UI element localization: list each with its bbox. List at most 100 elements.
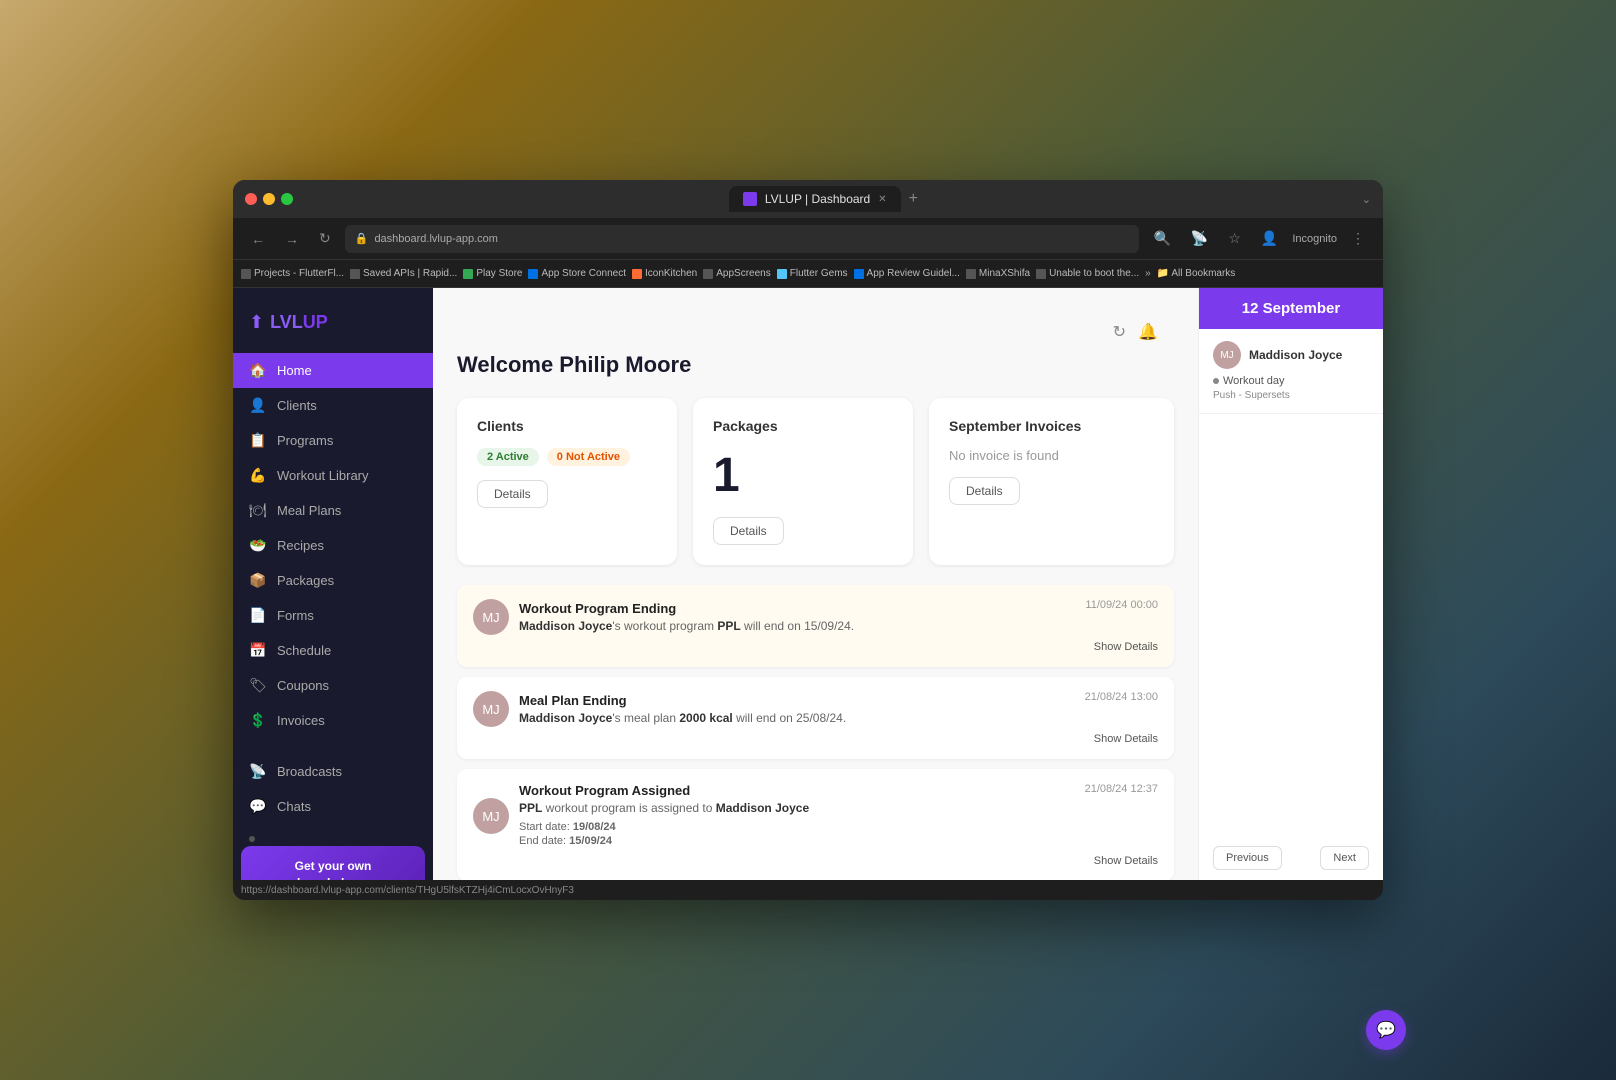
sidebar-item-chats[interactable]: 💬 Chats: [233, 789, 433, 824]
packages-details-button[interactable]: Details: [713, 517, 784, 545]
bookmark-all[interactable]: 📁 All Bookmarks: [1157, 268, 1236, 279]
bookmark-playstore[interactable]: Play Store: [463, 268, 522, 279]
clients-icon: 👤: [249, 397, 267, 414]
activity-title: Meal Plan Ending: [519, 693, 846, 708]
sidebar-item-invoices[interactable]: 💲 Invoices: [233, 703, 433, 738]
sidebar: ⬆ LVLUP 🏠 Home 👤 Clients 📋 Programs 💪 Wo…: [233, 288, 433, 880]
cal-sub: Push - Supersets: [1213, 390, 1369, 401]
menu-icon[interactable]: ⋮: [1345, 226, 1371, 251]
meal-icon: 🍽: [249, 502, 267, 519]
no-invoice-text: No invoice is found: [949, 448, 1154, 463]
show-details-button[interactable]: Show Details: [473, 733, 1158, 745]
cal-user: MJ Maddison Joyce: [1213, 341, 1369, 369]
panel-nav: Previous Next: [1199, 836, 1383, 880]
bookmark-flutter[interactable]: Projects - FlutterFl...: [241, 268, 344, 279]
inactive-badge: 0 Not Active: [547, 448, 630, 466]
packages-icon: 📦: [249, 572, 267, 589]
workout-dot: [1213, 378, 1219, 384]
sidebar-item-home[interactable]: 🏠 Home: [233, 353, 433, 388]
bookmark-mina[interactable]: MinaXShifa: [966, 268, 1030, 279]
invoices-icon: 💲: [249, 712, 267, 729]
back-button[interactable]: ←: [245, 227, 271, 251]
sidebar-item-schedule[interactable]: 📅 Schedule: [233, 633, 433, 668]
bookmark-flutter-gems[interactable]: Flutter Gems: [777, 268, 848, 279]
sidebar-item-forms[interactable]: 📄 Forms: [233, 598, 433, 633]
app-logo: ⬆ LVLUP: [233, 304, 433, 353]
reload-button[interactable]: ↻: [313, 226, 337, 251]
sidebar-item-clients[interactable]: 👤 Clients: [233, 388, 433, 423]
broadcasts-icon: 📡: [249, 763, 267, 780]
packages-card: Packages 1 Details: [693, 398, 913, 565]
chats-icon: 💬: [249, 798, 267, 815]
coupons-icon: 🏷: [249, 677, 267, 694]
cal-user-name: Maddison Joyce: [1249, 348, 1342, 362]
url-text: dashboard.lvlup-app.com: [374, 233, 498, 245]
sidebar-item-programs[interactable]: 📋 Programs: [233, 423, 433, 458]
title-bar: LVLUP | Dashboard ✕ + ⌄: [233, 180, 1383, 218]
address-bar[interactable]: 🔒 dashboard.lvlup-app.com: [345, 225, 1140, 253]
activity-item: MJ Workout Program Ending Maddison Joyce…: [457, 585, 1174, 667]
new-tab-button[interactable]: +: [901, 186, 926, 212]
bookmark-icon[interactable]: ☆: [1222, 226, 1247, 251]
forms-icon: 📄: [249, 607, 267, 624]
sidebar-item-meal-plans[interactable]: 🍽 Meal Plans: [233, 493, 433, 528]
traffic-lights: [245, 193, 293, 205]
tab-strip-expand: ⌄: [1362, 193, 1371, 206]
minimize-window-button[interactable]: [263, 193, 275, 205]
sidebar-item-packages[interactable]: 📦 Packages: [233, 563, 433, 598]
bookmark-iconkitchen[interactable]: IconKitchen: [632, 268, 697, 279]
show-details-button[interactable]: Show Details: [473, 855, 1158, 867]
browser-toolbar: ← → ↻ 🔒 dashboard.lvlup-app.com 🔍 📡 ☆ 👤 …: [233, 218, 1383, 260]
sidebar-item-coupons[interactable]: 🏷 Coupons: [233, 668, 433, 703]
maximize-window-button[interactable]: [281, 193, 293, 205]
activity-desc: Maddison Joyce's meal plan 2000 kcal wil…: [519, 711, 846, 725]
activity-feed: MJ Workout Program Ending Maddison Joyce…: [457, 585, 1174, 880]
bookmark-appstore[interactable]: App Store Connect: [528, 268, 626, 279]
activity-timestamp: 21/08/24 12:37: [1085, 783, 1158, 795]
active-tab[interactable]: LVLUP | Dashboard ✕: [729, 186, 901, 212]
main-content: ↻ 🔔 Welcome Philip Moore Clients 2 Activ…: [433, 288, 1198, 880]
invoices-card: September Invoices No invoice is found D…: [929, 398, 1174, 565]
clients-card-title: Clients: [477, 418, 657, 434]
previous-button[interactable]: Previous: [1213, 846, 1282, 870]
sidebar-item-recipes[interactable]: 🥗 Recipes: [233, 528, 433, 563]
tab-title: LVLUP | Dashboard: [765, 192, 870, 206]
tab-close-button[interactable]: ✕: [878, 194, 886, 205]
workout-icon: 💪: [249, 467, 267, 484]
activity-title: Workout Program Ending: [519, 601, 854, 616]
activity-timestamp: 11/09/24 00:00: [1085, 599, 1158, 611]
avatar: MJ: [473, 599, 509, 635]
activity-timestamp: 21/08/24 13:00: [1085, 691, 1158, 703]
avatar: MJ: [473, 691, 509, 727]
status-bar: https://dashboard.lvlup-app.com/clients/…: [233, 880, 1383, 900]
search-icon[interactable]: 🔍: [1147, 226, 1176, 251]
clients-details-button[interactable]: Details: [477, 480, 548, 508]
active-badge: 2 Active: [477, 448, 539, 466]
page-title: Welcome Philip Moore: [457, 352, 1174, 378]
bookmark-unable[interactable]: Unable to boot the...: [1036, 268, 1139, 279]
bookmark-review[interactable]: App Review Guidel...: [854, 268, 960, 279]
bookmark-appscreens[interactable]: AppScreens: [703, 268, 770, 279]
forward-button[interactable]: →: [279, 227, 305, 251]
bookmarks-bar: Projects - FlutterFl... Saved APIs | Rap…: [233, 260, 1383, 288]
sidebar-item-broadcasts[interactable]: 📡 Broadcasts: [233, 754, 433, 789]
lock-icon: 🔒: [355, 232, 369, 245]
branded-app-button[interactable]: Get your own branded app: [241, 846, 425, 880]
invoices-details-button[interactable]: Details: [949, 477, 1020, 505]
logo-text: LVLUP: [270, 312, 328, 333]
profile-icon[interactable]: 👤: [1255, 226, 1284, 251]
tab-favicon: [743, 192, 757, 206]
calendar-item: MJ Maddison Joyce Workout day Push - Sup…: [1199, 329, 1383, 414]
packages-card-title: Packages: [713, 418, 893, 434]
sidebar-item-workout-library[interactable]: 💪 Workout Library: [233, 458, 433, 493]
date-header: 12 September: [1199, 288, 1383, 329]
next-button[interactable]: Next: [1320, 846, 1369, 870]
notification-icon[interactable]: 🔔: [1138, 322, 1158, 342]
bookmark-apis[interactable]: Saved APIs | Rapid...: [350, 268, 457, 279]
refresh-icon[interactable]: ↻: [1113, 322, 1126, 342]
cast-icon[interactable]: 📡: [1185, 226, 1214, 251]
show-details-button[interactable]: Show Details: [473, 641, 1158, 653]
bookmark-more[interactable]: »: [1145, 268, 1151, 279]
close-window-button[interactable]: [245, 193, 257, 205]
programs-icon: 📋: [249, 432, 267, 449]
